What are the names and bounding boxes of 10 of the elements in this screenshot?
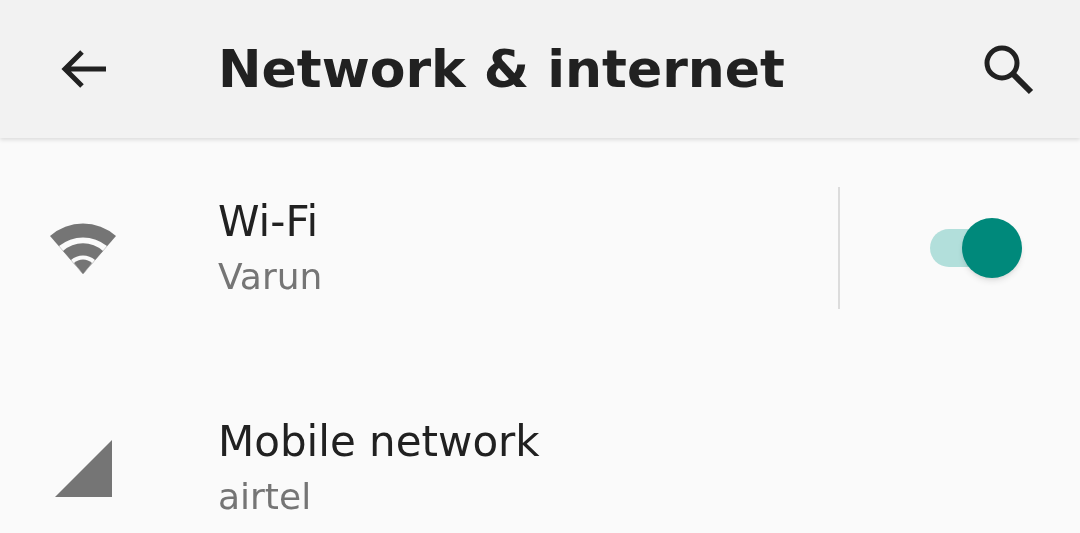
setting-summary: Varun xyxy=(218,255,324,299)
setting-title[interactable]: Mobile network xyxy=(218,413,1080,471)
search-icon xyxy=(982,43,1034,95)
page-title: Network & internet xyxy=(218,38,785,101)
setting-summary: airtel xyxy=(218,475,313,519)
toggle-switch[interactable] xyxy=(928,216,1024,280)
back-arrow-icon xyxy=(60,49,108,89)
setting-title[interactable]: Wi-Fi xyxy=(218,193,838,251)
signal-icon xyxy=(54,439,112,497)
wifi-icon xyxy=(50,222,116,274)
